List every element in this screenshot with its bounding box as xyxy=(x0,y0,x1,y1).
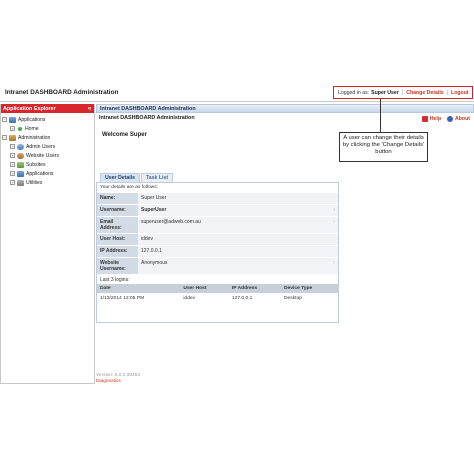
detail-value: superuser@adweb.com.au › xyxy=(138,217,338,233)
tab-bar: User Details Task List xyxy=(100,173,174,182)
annotation-callout: A user can change their details by click… xyxy=(339,132,428,162)
explorer-title: Application Explorer xyxy=(3,105,56,112)
detail-value: 127.0.0.1 xyxy=(138,246,338,257)
help-icon[interactable] xyxy=(421,116,428,122)
detail-value: SuperUser › xyxy=(138,205,338,216)
tab-task-list[interactable]: Task List xyxy=(141,173,174,182)
logged-in-label: Logged in as: xyxy=(338,89,370,96)
chevron-right-icon: › xyxy=(333,260,335,266)
tree-item-label: Admin Users xyxy=(26,143,56,150)
page-title: Intranet DASHBOARD Administration xyxy=(99,115,195,121)
tree-item-admin-users[interactable]: + Admin Users xyxy=(1,142,94,151)
detail-row-user-host: User Host: iddev xyxy=(97,233,338,245)
application-explorer: Application Explorer « − Applications + … xyxy=(0,104,95,384)
separator: | xyxy=(446,89,449,96)
explorer-header: Application Explorer « xyxy=(1,104,94,113)
logins-table: Date User Host IP Address Device Type 1/… xyxy=(97,284,338,304)
expand-toggle-icon[interactable]: + xyxy=(10,144,15,149)
detail-row-website-username: Website Username: Anonymous › xyxy=(97,257,338,274)
collapse-toggle-icon[interactable]: − xyxy=(2,117,7,122)
table-cell: Desktop xyxy=(284,296,302,301)
utilities-icon xyxy=(17,179,24,186)
column-header: Device Type xyxy=(281,284,338,293)
detail-key: IP Address: xyxy=(97,246,138,257)
explorer-tree: − Applications + Home − Administration +… xyxy=(1,113,94,187)
website-users-icon xyxy=(17,152,24,159)
applications-icon xyxy=(9,116,16,123)
main-header: Intranet DASHBOARD Administration xyxy=(96,104,474,113)
expand-toggle-icon[interactable]: + xyxy=(10,180,15,185)
diagnostics-link[interactable]: Diagnostics xyxy=(96,379,121,384)
expand-toggle-icon[interactable]: + xyxy=(10,126,15,131)
website-username-value: Anonymous xyxy=(141,260,168,266)
user-details-panel: Your details are as follows: Name: Super… xyxy=(96,182,339,323)
logout-link[interactable]: Logout xyxy=(451,90,469,96)
help-link[interactable]: Help xyxy=(430,116,441,122)
tree-item-applications[interactable]: − Applications xyxy=(1,115,94,124)
detail-row-ip: IP Address: 127.0.0.1 xyxy=(97,245,338,257)
app-title: Intranet DASHBOARD Administration xyxy=(5,89,119,96)
column-header: IP Address xyxy=(228,284,282,293)
info-icon[interactable] xyxy=(447,116,454,122)
table-cell: 1/13/2014 12:05 PM xyxy=(100,296,145,301)
chevron-right-icon: › xyxy=(333,207,335,213)
collapse-icon[interactable]: « xyxy=(86,105,93,112)
applications-icon xyxy=(17,170,24,177)
tree-item-subsites[interactable]: + Subsites xyxy=(1,160,94,169)
change-details-link[interactable]: Change Details xyxy=(406,90,443,96)
email-value: superuser@adweb.com.au xyxy=(141,219,201,225)
tree-item-administration[interactable]: − Administration xyxy=(1,133,94,142)
login-status-bar: Logged in as: Super User | Change Detail… xyxy=(333,86,473,99)
detail-key: Name: xyxy=(97,193,138,204)
detail-key: Username: xyxy=(97,205,138,216)
administration-icon xyxy=(9,134,16,141)
help-links: Help About xyxy=(421,116,470,122)
details-intro: Your details are as follows: xyxy=(100,185,158,190)
tree-item-label: Administration xyxy=(18,134,51,141)
home-icon xyxy=(17,125,23,132)
detail-key: User Host: xyxy=(97,234,138,245)
tree-item-label: Website Users xyxy=(26,152,60,159)
tree-item-label: Utilities xyxy=(26,179,43,186)
detail-row-username: Username: SuperUser › xyxy=(97,204,338,216)
expand-toggle-icon[interactable]: + xyxy=(10,153,15,158)
table-row: 1/13/2014 12:05 PM iddev 127.0.0.1 Deskt… xyxy=(97,293,338,304)
table-cell: 127.0.0.1 xyxy=(231,296,253,301)
tree-item-utilities[interactable]: + Utilities xyxy=(1,178,94,187)
detail-row-name: Name: Super User xyxy=(97,192,338,204)
admin-users-icon xyxy=(17,143,24,150)
collapse-toggle-icon[interactable]: − xyxy=(2,135,7,140)
detail-key: Website Username: xyxy=(97,258,138,274)
tree-item-website-users[interactable]: + Website Users xyxy=(1,151,94,160)
tree-item-label: Applications xyxy=(26,170,54,177)
detail-key: Email Address: xyxy=(97,217,138,233)
table-cell: iddev xyxy=(183,296,196,301)
welcome-message: Welcome Super xyxy=(102,132,147,138)
logged-in-user: Super User xyxy=(371,89,399,96)
expand-toggle-icon[interactable]: + xyxy=(10,171,15,176)
tree-item-label: Subsites xyxy=(26,161,46,168)
detail-value: iddev xyxy=(138,234,338,245)
detail-value: Anonymous › xyxy=(138,258,338,274)
tree-item-applications-admin[interactable]: + Applications xyxy=(1,169,94,178)
column-header: User Host xyxy=(180,284,229,293)
tab-user-details[interactable]: User Details xyxy=(100,173,140,182)
version-text: Version: 6.0.0.39453 xyxy=(96,373,141,378)
tree-item-home[interactable]: + Home xyxy=(1,124,94,133)
header-divider xyxy=(0,101,474,102)
tree-item-label: Home xyxy=(25,125,39,132)
chevron-right-icon: › xyxy=(333,219,335,225)
table-header-row: Date User Host IP Address Device Type xyxy=(97,284,338,293)
expand-toggle-icon[interactable]: + xyxy=(10,162,15,167)
detail-value: Super User xyxy=(138,193,338,204)
about-link[interactable]: About xyxy=(455,116,470,122)
tree-item-label: Applications xyxy=(18,116,46,123)
column-header: Date xyxy=(97,284,181,293)
callout-pointer xyxy=(380,99,381,132)
username-value: SuperUser xyxy=(141,207,167,213)
subsites-icon xyxy=(17,161,24,168)
logins-label: Last 3 logins: xyxy=(100,277,130,283)
detail-row-email: Email Address: superuser@adweb.com.au › xyxy=(97,216,338,233)
separator: | xyxy=(401,89,404,96)
